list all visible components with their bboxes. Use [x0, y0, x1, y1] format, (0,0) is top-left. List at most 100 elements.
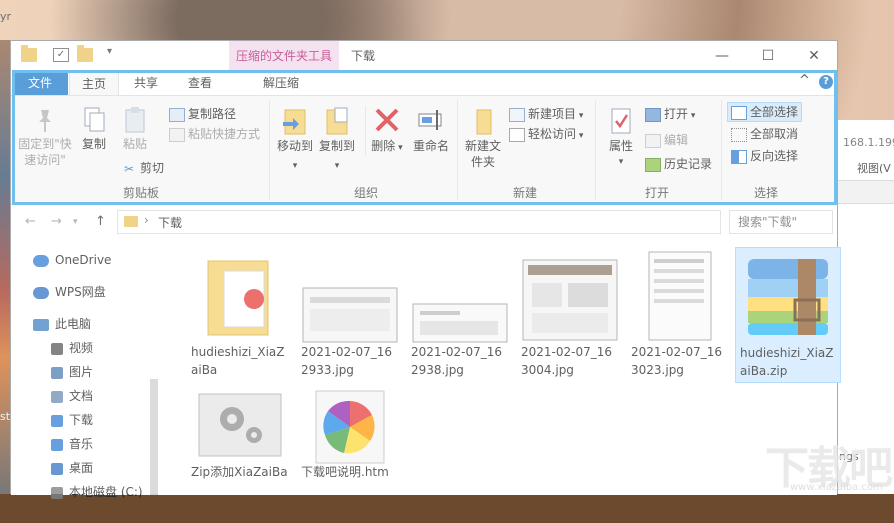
image-thumbnail-icon [412, 303, 508, 343]
context-tab-compressed-tools[interactable]: 压缩的文件夹工具 [229, 41, 339, 71]
back-arrow-icon[interactable]: ← [25, 214, 36, 229]
copy-to-button[interactable]: 复制到 ▾ [317, 106, 357, 174]
desktop-icon [51, 462, 63, 475]
edit-icon [645, 133, 661, 148]
settings-gears-icon [198, 393, 282, 457]
file-tile[interactable]: 2021-02-07_162938.jpg [407, 247, 513, 383]
easy-access-label: 轻松访问 [528, 127, 577, 141]
history-label: 历史记录 [664, 157, 713, 171]
new-folder-qa-icon[interactable] [77, 45, 93, 62]
paste-shortcut-button[interactable]: 粘贴快捷方式 [169, 124, 260, 144]
cut-button[interactable]: ✂ 剪切 [121, 158, 164, 178]
delete-label: 删除 [371, 139, 396, 153]
paste-button[interactable]: 粘贴 [115, 106, 155, 152]
forward-arrow-icon[interactable]: → [51, 214, 62, 229]
nav-scroll-thumb[interactable] [150, 379, 158, 495]
move-to-icon [283, 109, 306, 135]
properties-check-icon[interactable]: ✓ [53, 48, 69, 62]
path-box[interactable]: › 下载 [117, 210, 721, 234]
desktop-text-bottom: st [0, 410, 11, 423]
copy-path-label: 复制路径 [188, 107, 237, 121]
delete-x-icon [375, 108, 399, 132]
move-to-label: 移动到 [276, 139, 313, 153]
invert-selection-button[interactable]: 反向选择 [731, 146, 798, 166]
recent-chevron-icon[interactable]: ▾ [73, 217, 78, 227]
properties-button[interactable]: 属性 ▾ [601, 106, 641, 170]
copy-path-button[interactable]: 复制路径 [169, 104, 236, 124]
maximize-button[interactable]: ☐ [745, 41, 791, 71]
nav-label: 视频 [69, 341, 94, 355]
nav-item-documents[interactable]: 文档 [51, 385, 93, 407]
tab-share[interactable]: 共享 [123, 71, 169, 95]
nav-item-desktop[interactable]: 桌面 [51, 457, 93, 479]
search-input[interactable]: 搜索"下载" [729, 210, 833, 234]
file-tile[interactable]: Zip添加XiaZaiBa [187, 387, 293, 523]
navigation-pane: OneDrive WPS网盘 此电脑 视频 图片 文档 下载 音乐 桌面 本地磁… [11, 239, 161, 499]
copy-button[interactable]: 复制 [77, 106, 111, 152]
path-separator-icon: › [144, 213, 149, 227]
nav-item-music[interactable]: 音乐 [51, 433, 93, 455]
delete-button[interactable]: 删除 ▾ [371, 106, 403, 156]
file-tile[interactable]: hudieshizi_XiaZaiBa [187, 247, 293, 383]
file-name: Zip添加XiaZaiBa [191, 465, 288, 479]
image-thumbnail-icon [522, 259, 618, 341]
document-icon [51, 390, 63, 403]
customize-qa-chevron-icon[interactable]: ▾ [107, 46, 112, 57]
history-button[interactable]: 历史记录 [645, 154, 712, 174]
group-divider [365, 106, 366, 156]
select-all-button[interactable]: 全部选择 [727, 102, 803, 122]
zip-archive-icon [748, 259, 828, 335]
nav-item-wps[interactable]: WPS网盘 [33, 281, 106, 303]
easy-access-icon [509, 127, 525, 142]
file-name: hudieshizi_XiaZaiBa [191, 345, 285, 377]
tab-extract[interactable]: 解压缩 [249, 71, 313, 95]
paste-shortcut-label: 粘贴快捷方式 [188, 127, 261, 141]
file-name: 2021-02-07_163004.jpg [521, 345, 613, 377]
wps-cloud-icon [33, 286, 49, 299]
nav-item-video[interactable]: 视频 [51, 337, 93, 359]
new-folder-label: 新建文件夹 [465, 139, 502, 169]
nav-item-this-pc[interactable]: 此电脑 [33, 313, 91, 335]
select-none-button[interactable]: 全部取消 [731, 124, 798, 144]
file-tile[interactable]: 2021-02-07_163023.jpg [627, 247, 733, 383]
select-none-label: 全部取消 [750, 127, 799, 141]
file-tile[interactable]: 2021-02-07_163004.jpg [517, 247, 623, 383]
easy-access-button[interactable]: 轻松访问 ▾ [509, 124, 583, 144]
close-button[interactable]: ✕ [791, 41, 837, 71]
up-arrow-icon[interactable]: ↑ [95, 214, 106, 229]
new-folder-button[interactable]: 新建文件夹 [461, 106, 505, 170]
tab-view[interactable]: 查看 [177, 71, 223, 95]
path-segment[interactable]: 下载 [158, 214, 182, 231]
nav-item-onedrive[interactable]: OneDrive [33, 249, 111, 271]
file-tile[interactable]: 2021-02-07_162933.jpg [297, 247, 403, 383]
pin-icon [39, 110, 51, 132]
help-icon[interactable]: ? [819, 75, 833, 89]
background-view-menu[interactable]: 视图(V [857, 160, 891, 176]
pc-icon [33, 318, 49, 331]
pin-quick-access-button[interactable]: 固定到"快速访问" [17, 106, 73, 168]
nav-item-pictures[interactable]: 图片 [51, 361, 93, 383]
new-item-icon [509, 107, 525, 122]
clipboard-group-label: 剪贴板 [122, 186, 159, 200]
new-group-label: 新建 [512, 186, 537, 200]
file-name: 2021-02-07_163023.jpg [631, 345, 723, 377]
nav-label: 桌面 [69, 461, 94, 475]
open-button[interactable]: 打开 ▾ [645, 104, 695, 124]
move-to-button[interactable]: 移动到 ▾ [275, 106, 315, 174]
nav-item-disk-c[interactable]: 本地磁盘 (C:) [51, 481, 143, 503]
rename-button[interactable]: 重命名 [411, 106, 451, 154]
collapse-ribbon-icon[interactable]: ^ [799, 73, 810, 88]
file-tile-selected[interactable]: hudieshizi_XiaZaiBa.zip [735, 247, 841, 383]
open-icon [645, 107, 661, 122]
tab-home[interactable]: 主页 [69, 71, 119, 96]
minimize-button[interactable]: — [699, 41, 745, 71]
music-icon [51, 438, 63, 451]
file-name: 下载吧说明.htm [301, 465, 389, 479]
edit-button[interactable]: 编辑 [645, 130, 688, 150]
explorer-window: ✓ ▾ 压缩的文件夹工具 下载 — ☐ ✕ 文件 主页 共享 查看 解压缩 ^ … [10, 40, 841, 499]
file-tile[interactable]: 下载吧说明.htm [297, 387, 403, 523]
tab-file[interactable]: 文件 [12, 71, 68, 95]
nav-item-downloads[interactable]: 下载 [51, 409, 93, 431]
select-group-label: 选择 [753, 186, 778, 200]
new-item-button[interactable]: 新建项目 ▾ [509, 104, 583, 124]
